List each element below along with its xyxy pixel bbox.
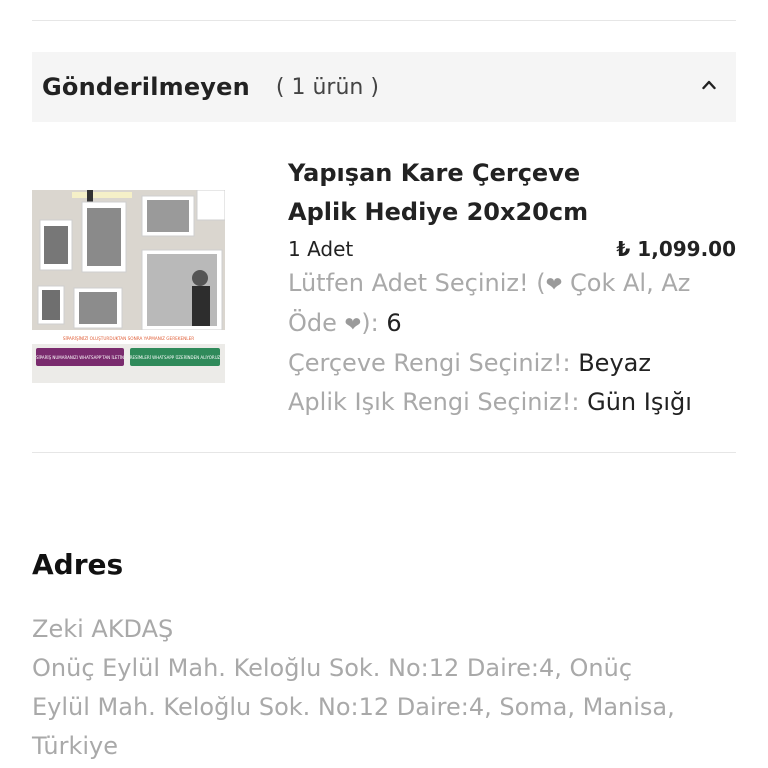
section-divider xyxy=(32,452,736,453)
chevron-up-icon[interactable] xyxy=(702,78,716,92)
address-name: Zeki AKDAŞ xyxy=(32,615,174,643)
option-frame-color-value: Beyaz xyxy=(578,349,651,377)
address-block: Zeki AKDAŞ Onüç Eylül Mah. Keloğlu Sok. … xyxy=(32,610,736,766)
option-frame-color: Çerçeve Rengi Seçiniz!: Beyaz xyxy=(288,344,736,383)
option-quantity-value: 6 xyxy=(386,309,402,337)
unshipped-section-header[interactable]: Gönderilmeyen ( 1 ürün ) xyxy=(32,52,736,122)
image-left-badge-text: SİPARİŞ NUMARANIZI WHATSAPP'TAN İLETİN xyxy=(36,355,124,360)
address-line-3: Türkiye xyxy=(32,732,118,760)
option-light-color-value: Gün Işığı xyxy=(587,388,692,416)
option-light-color-label: Aplik Işık Rengi Seçiniz!: xyxy=(288,388,580,416)
quantity-price-row: 1 Adet ₺ 1,099.00 xyxy=(288,234,736,264)
option-quantity-label-a: Lütfen Adet Seçiniz! ( xyxy=(288,269,546,297)
option-frame-color-label: Çerçeve Rengi Seçiniz!: xyxy=(288,349,571,377)
option-quantity-label-d: ): xyxy=(361,309,379,337)
product-title[interactable]: Yapışan Kare Çerçeve Aplik Hediye 20x20c… xyxy=(288,154,736,232)
address-line-1: Onüç Eylül Mah. Keloğlu Sok. No:12 Daire… xyxy=(32,654,633,682)
top-divider xyxy=(32,20,736,21)
option-quantity-label-c: Öde xyxy=(288,309,345,337)
image-right-badge-text: RESİMLERİ WHATSAPP ÜZERİNDEN ALIYORUZ xyxy=(130,355,221,360)
product-image[interactable]: SİPARİŞİNİZİ OLUŞTURDUKTAN SONRA YAPMANI… xyxy=(32,190,225,383)
product-info: Yapışan Kare Çerçeve Aplik Hediye 20x20c… xyxy=(288,154,736,422)
option-quantity: Lütfen Adet Seçiniz! (❤ Çok Al, Az Öde ❤… xyxy=(288,264,736,344)
heart-icon: ❤ xyxy=(344,312,362,336)
address-line-2: Eylül Mah. Keloğlu Sok. No:12 Daire:4, S… xyxy=(32,693,675,721)
product-price: ₺ 1,099.00 xyxy=(616,237,736,261)
product-title-line-2: Aplik Hediye 20x20cm xyxy=(288,198,589,226)
section-title: Gönderilmeyen xyxy=(42,73,250,101)
address-title: Adres xyxy=(32,548,124,581)
product-title-line-1: Yapışan Kare Çerçeve xyxy=(288,159,581,187)
option-light-color: Aplik Işık Rengi Seçiniz!: Gün Işığı xyxy=(288,383,736,422)
image-banner-text: SİPARİŞİNİZİ OLUŞTURDUKTAN SONRA YAPMANI… xyxy=(63,336,194,341)
product-photo-illustration: SİPARİŞİNİZİ OLUŞTURDUKTAN SONRA YAPMANI… xyxy=(32,190,225,383)
heart-icon: ❤ xyxy=(545,272,563,296)
product-quantity: 1 Adet xyxy=(288,237,354,261)
option-quantity-label-b: Çok Al, Az xyxy=(562,269,691,297)
section-item-count: ( 1 ürün ) xyxy=(275,74,379,100)
